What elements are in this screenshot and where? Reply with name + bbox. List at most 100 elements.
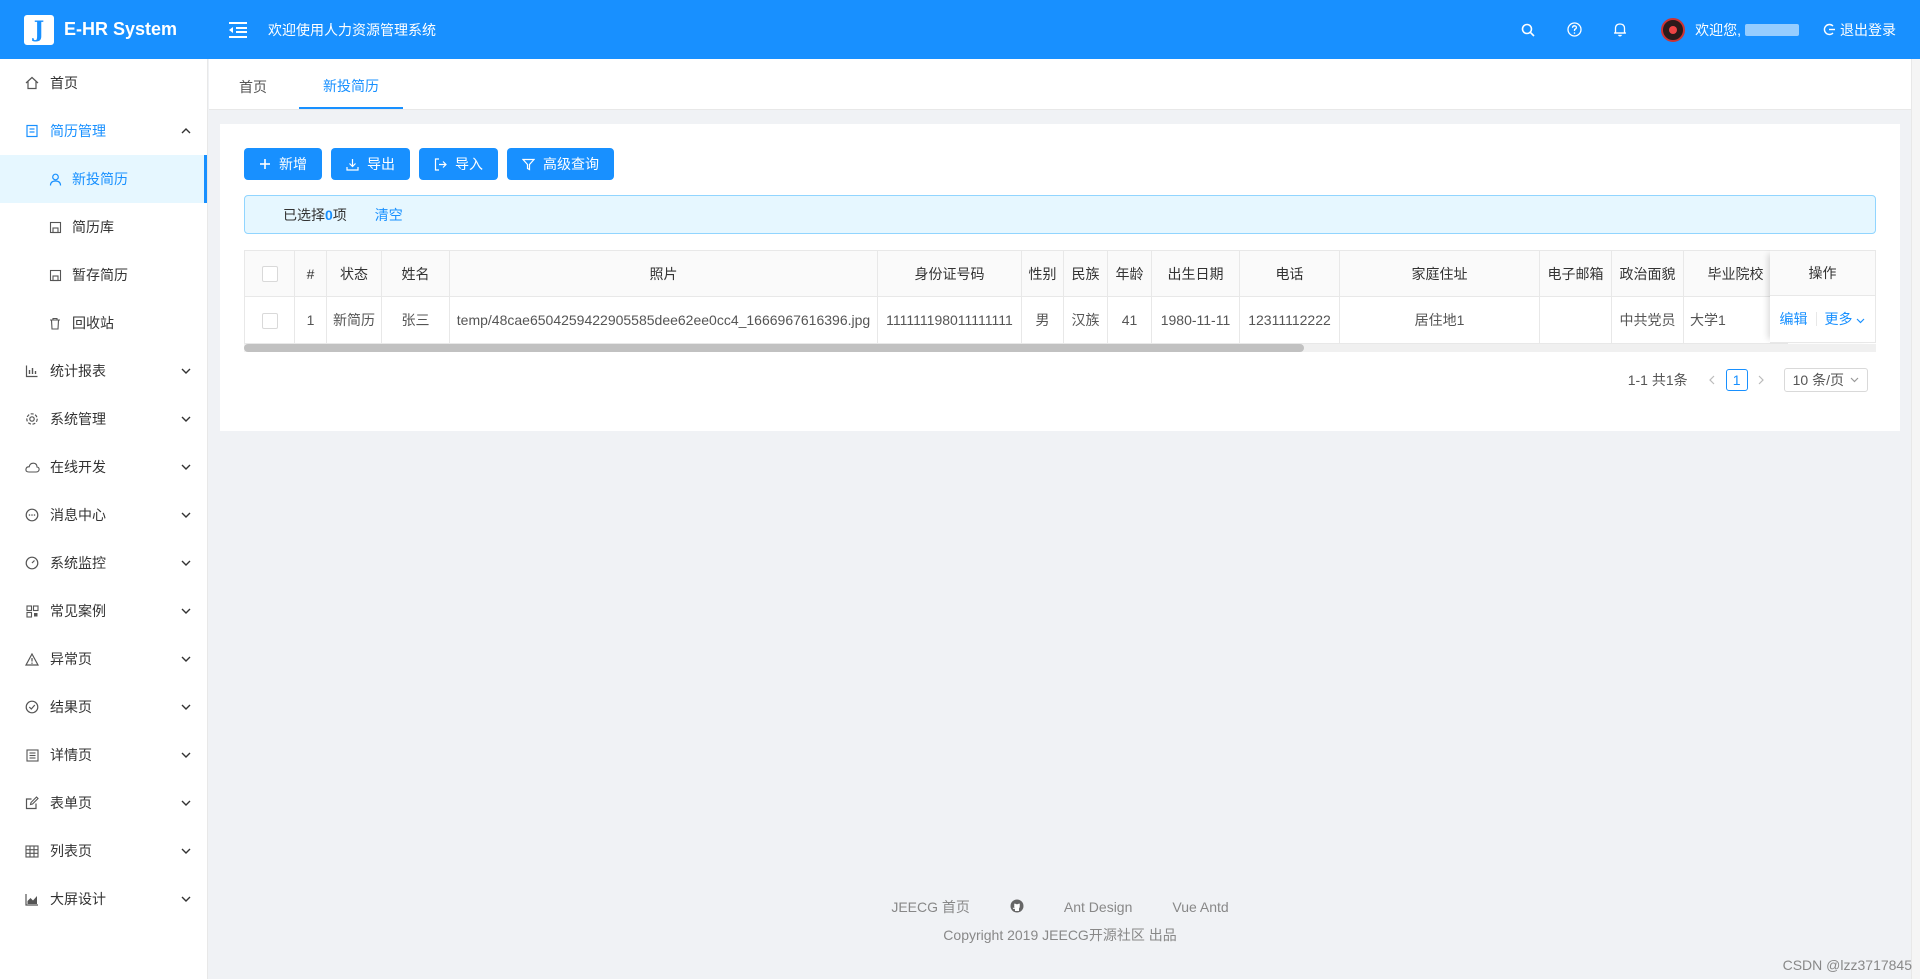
selection-alert: 已选择 0 项 清空 — [244, 195, 1876, 234]
export-button-label: 导出 — [367, 156, 395, 172]
chevron-up-icon — [181, 126, 191, 136]
col-header: 民族 — [1063, 250, 1108, 297]
save-icon — [48, 268, 62, 282]
edit-link[interactable]: 编辑 — [1780, 309, 1808, 329]
page-size-select[interactable]: 10 条/页 — [1783, 368, 1868, 392]
sidebar-item-label: 简历管理 — [50, 123, 106, 139]
sidebar-subitem-draft-resume[interactable]: 暂存简历 — [0, 251, 207, 299]
logout-button[interactable]: 退出登录 — [1823, 20, 1896, 40]
sidebar-item-system-management[interactable]: 系统管理 — [0, 395, 207, 443]
welcome-text: 欢迎您, — [1695, 21, 1741, 38]
chevron-down-icon — [181, 654, 191, 664]
more-dropdown[interactable]: 更多 — [1825, 309, 1866, 329]
sidebar-item-statistics[interactable]: 统计报表 — [0, 347, 207, 395]
row-checkbox[interactable] — [261, 312, 278, 329]
sidebar-subitem-new-resume[interactable]: 新投简历 — [0, 155, 207, 203]
select-all-checkbox[interactable] — [261, 266, 278, 283]
row-select-cell[interactable] — [244, 296, 295, 344]
col-header: 电子邮箱 — [1539, 250, 1612, 297]
next-page-icon[interactable] — [1752, 375, 1772, 385]
help-icon[interactable] — [1563, 19, 1585, 41]
profile-icon — [24, 747, 40, 763]
sidebar-subitem-recycle-bin[interactable]: 回收站 — [0, 299, 207, 347]
footer-link-jeecg[interactable]: JEECG 首页 — [891, 897, 970, 917]
form-icon — [24, 795, 40, 811]
chevron-down-icon — [181, 414, 191, 424]
gear-icon — [24, 411, 40, 427]
footer-links: JEECG 首页 Ant Design Vue Antd — [209, 895, 1911, 919]
select-all-cell[interactable] — [244, 250, 295, 297]
horizontal-scrollbar[interactable] — [244, 344, 1876, 352]
top-header: J E-HR System 欢迎使用人力资源管理系统 欢迎您, 退出登录 — [0, 0, 1920, 59]
prev-page-icon[interactable] — [1702, 375, 1722, 385]
header-subtitle: 欢迎使用人力资源管理系统 — [268, 21, 436, 38]
table-row[interactable]: 1 新简历 张三 temp/48cae6504259422905585dee62… — [244, 296, 1788, 344]
sidebar-item-label: 系统管理 — [50, 411, 106, 427]
qrcode-icon — [24, 603, 40, 619]
bell-icon[interactable] — [1609, 19, 1631, 41]
table-cell: 1 — [294, 296, 327, 344]
advanced-query-button[interactable]: 高级查询 — [507, 148, 614, 180]
col-header: 年龄 — [1107, 250, 1152, 297]
sidebar-subitem-label: 简历库 — [72, 219, 114, 235]
add-button[interactable]: 新增 — [244, 148, 322, 180]
check-circle-icon — [24, 699, 40, 715]
logo[interactable]: J E-HR System — [0, 0, 208, 59]
sidebar-item-home[interactable]: 首页 — [0, 59, 207, 107]
github-icon[interactable] — [1010, 899, 1024, 916]
avatar[interactable] — [1661, 17, 1686, 42]
sidebar-item-label: 在线开发 — [50, 459, 106, 475]
chevron-down-icon — [181, 894, 191, 904]
sidebar-item-label: 异常页 — [50, 651, 92, 667]
table-cell: 居住地1 — [1339, 296, 1540, 344]
sidebar-item-big-screen[interactable]: 大屏设计 — [0, 875, 207, 923]
sidebar-item-detail-page[interactable]: 详情页 — [0, 731, 207, 779]
sidebar-item-system-monitor[interactable]: 系统监控 — [0, 539, 207, 587]
app-title: E-HR System — [64, 19, 178, 39]
chevron-down-icon — [181, 750, 191, 760]
tab-home[interactable]: 首页 — [215, 65, 291, 109]
clear-selection-link[interactable]: 清空 — [375, 205, 403, 225]
table-cell — [1539, 296, 1612, 344]
footer-link-vue-antd[interactable]: Vue Antd — [1172, 899, 1228, 915]
trash-icon — [48, 316, 62, 330]
page-number[interactable]: 1 — [1725, 369, 1748, 391]
chevron-down-icon — [181, 702, 191, 712]
export-button[interactable]: 导出 — [331, 148, 410, 180]
logout-label: 退出登录 — [1840, 21, 1896, 38]
download-icon — [346, 158, 359, 171]
more-link-label: 更多 — [1824, 311, 1853, 327]
footer-link-ant-design[interactable]: Ant Design — [1064, 899, 1132, 915]
plus-icon — [260, 159, 270, 169]
import-icon — [434, 157, 447, 171]
action-divider — [1815, 312, 1817, 326]
scrollbar-thumb[interactable] — [244, 344, 1304, 352]
sidebar-item-label: 详情页 — [50, 747, 92, 763]
sidebar-item-exception-page[interactable]: 异常页 — [0, 635, 207, 683]
username-blurred — [1745, 23, 1799, 36]
sidebar-subitem-resume-library[interactable]: 简历库 — [0, 203, 207, 251]
sidebar-item-resume-management[interactable]: 简历管理 — [0, 107, 207, 155]
search-icon[interactable] — [1517, 19, 1539, 41]
warning-icon — [24, 651, 40, 667]
col-header: 出生日期 — [1151, 250, 1240, 297]
col-header: # — [294, 250, 327, 297]
sidebar-item-result-page[interactable]: 结果页 — [0, 683, 207, 731]
sidebar-item-form-page[interactable]: 表单页 — [0, 779, 207, 827]
csdn-watermark: CSDN @lzz3717845 — [1782, 957, 1912, 973]
tab-new-resume[interactable]: 新投简历 — [299, 65, 403, 109]
col-header: 电话 — [1239, 250, 1340, 297]
table-cell: 41 — [1107, 296, 1152, 344]
pagination: 1-1 共1条 1 10 条/页 — [1628, 368, 1868, 392]
sidebar-item-common-cases[interactable]: 常见案例 — [0, 587, 207, 635]
menu-fold-icon[interactable] — [226, 18, 250, 42]
selection-suffix: 项 — [332, 206, 347, 223]
sidebar-subitem-label: 新投简历 — [72, 171, 128, 187]
sidebar-item-online-dev[interactable]: 在线开发 — [0, 443, 207, 491]
dashboard-icon — [24, 555, 40, 571]
sidebar-item-list-page[interactable]: 列表页 — [0, 827, 207, 875]
sidebar-item-message-center[interactable]: 消息中心 — [0, 491, 207, 539]
import-button[interactable]: 导入 — [419, 148, 498, 180]
table-cell: temp/48cae6504259422905585dee62ee0cc4_16… — [449, 296, 878, 344]
table-cell: 111111198011111111 — [877, 296, 1022, 344]
